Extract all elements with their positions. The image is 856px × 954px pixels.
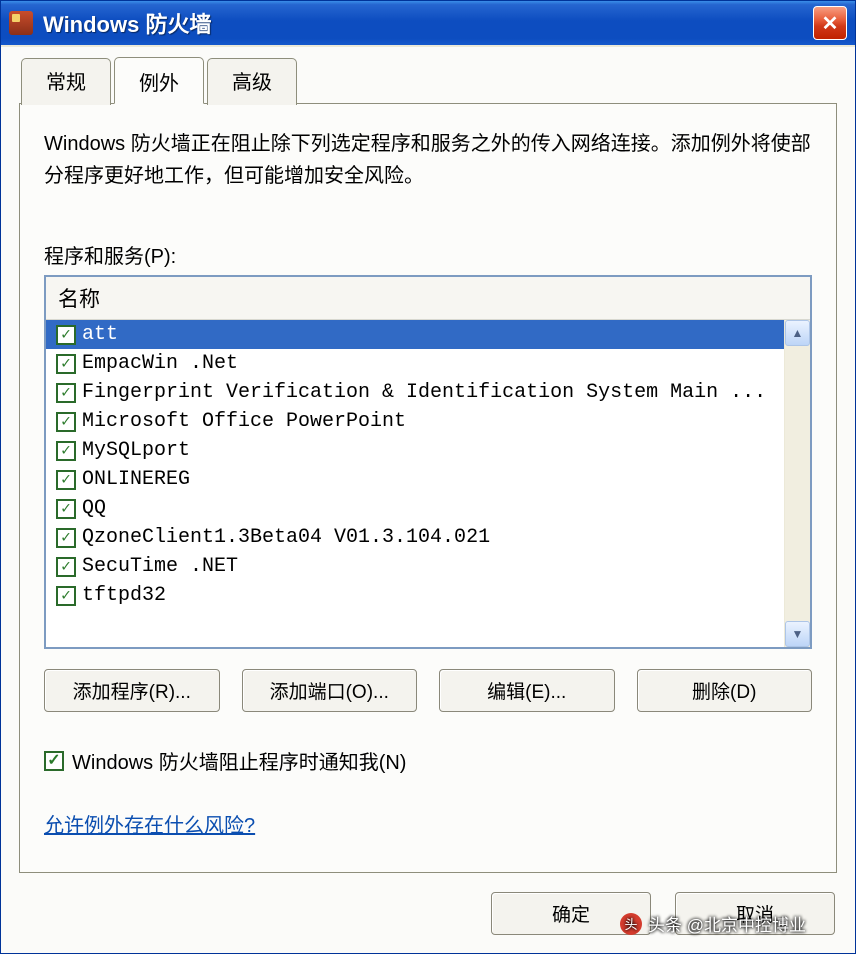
item-label: SecuTime .NET — [82, 555, 238, 578]
list-item[interactable]: ONLINEREG — [46, 465, 784, 494]
scroll-up-button[interactable]: ▲ — [785, 320, 810, 346]
list-item[interactable]: SecuTime .NET — [46, 552, 784, 581]
column-header-name[interactable]: 名称 — [46, 277, 810, 320]
firewall-window: Windows 防火墙 ✕ 常规 例外 高级 Windows 防火墙正在阻止除下… — [0, 0, 856, 954]
item-label: MySQLport — [82, 439, 190, 462]
item-label: QQ — [82, 497, 106, 520]
chevron-down-icon: ▼ — [792, 627, 804, 641]
footer-buttons: 确定 取消 — [1, 892, 855, 953]
list-item[interactable]: EmpacWin .Net — [46, 349, 784, 378]
tab-general[interactable]: 常规 — [21, 58, 111, 105]
tab-advanced[interactable]: 高级 — [207, 58, 297, 105]
item-checkbox[interactable] — [56, 354, 76, 374]
list-item[interactable]: QQ — [46, 494, 784, 523]
item-checkbox[interactable] — [56, 383, 76, 403]
item-label: Microsoft Office PowerPoint — [82, 410, 406, 433]
programs-listbox[interactable]: 名称 att EmpacWin .Net Fingerprint Verificat… — [44, 275, 812, 649]
item-label: Fingerprint Verification & Identificatio… — [82, 381, 766, 404]
close-icon: ✕ — [822, 11, 839, 36]
action-buttons-row: 添加程序(R)... 添加端口(O)... 编辑(E)... 删除(D) — [44, 669, 812, 712]
edit-button[interactable]: 编辑(E)... — [439, 669, 615, 712]
item-label: tftpd32 — [82, 584, 166, 607]
tab-panel-exceptions: Windows 防火墙正在阻止除下列选定程序和服务之外的传入网络连接。添加例外将… — [19, 103, 837, 873]
item-checkbox[interactable] — [56, 528, 76, 548]
close-button[interactable]: ✕ — [813, 6, 847, 40]
notify-checkbox[interactable] — [44, 751, 64, 771]
list-item[interactable]: att — [46, 320, 784, 349]
scroll-track[interactable] — [785, 346, 810, 621]
add-port-button[interactable]: 添加端口(O)... — [242, 669, 418, 712]
tab-exceptions[interactable]: 例外 — [114, 57, 204, 104]
scroll-down-button[interactable]: ▼ — [785, 621, 810, 647]
titlebar[interactable]: Windows 防火墙 ✕ — [1, 1, 855, 45]
tab-strip: 常规 例外 高级 — [1, 47, 855, 104]
item-checkbox[interactable] — [56, 586, 76, 606]
item-label: att — [82, 323, 118, 346]
item-checkbox[interactable] — [56, 325, 76, 345]
add-program-button[interactable]: 添加程序(R)... — [44, 669, 220, 712]
item-label: ONLINEREG — [82, 468, 190, 491]
notify-label: Windows 防火墙阻止程序时通知我(N) — [72, 746, 406, 775]
list-item[interactable]: tftpd32 — [46, 581, 784, 610]
item-label: EmpacWin .Net — [82, 352, 238, 375]
item-label: QzoneClient1.3Beta04 V01.3.104.021 — [82, 526, 490, 549]
ok-button[interactable]: 确定 — [491, 892, 651, 935]
scrollbar[interactable]: ▲ ▼ — [784, 320, 810, 647]
description-text: Windows 防火墙正在阻止除下列选定程序和服务之外的传入网络连接。添加例外将… — [44, 128, 812, 192]
window-title: Windows 防火墙 — [43, 7, 211, 39]
risk-link[interactable]: 允许例外存在什么风险? — [44, 809, 812, 838]
dialog-content: 常规 例外 高级 Windows 防火墙正在阻止除下列选定程序和服务之外的传入网… — [1, 45, 855, 953]
firewall-icon — [9, 11, 33, 35]
cancel-button[interactable]: 取消 — [675, 892, 835, 935]
item-checkbox[interactable] — [56, 412, 76, 432]
list-item[interactable]: QzoneClient1.3Beta04 V01.3.104.021 — [46, 523, 784, 552]
item-checkbox[interactable] — [56, 441, 76, 461]
list-item[interactable]: Microsoft Office PowerPoint — [46, 407, 784, 436]
item-checkbox[interactable] — [56, 557, 76, 577]
list-label: 程序和服务(P): — [44, 240, 812, 269]
list-item[interactable]: MySQLport — [46, 436, 784, 465]
list-items-container: att EmpacWin .Net Fingerprint Verification… — [46, 320, 784, 647]
list-item[interactable]: Fingerprint Verification & Identificatio… — [46, 378, 784, 407]
item-checkbox[interactable] — [56, 499, 76, 519]
delete-button[interactable]: 删除(D) — [637, 669, 813, 712]
notify-row: Windows 防火墙阻止程序时通知我(N) — [44, 746, 812, 775]
chevron-up-icon: ▲ — [792, 326, 804, 340]
item-checkbox[interactable] — [56, 470, 76, 490]
